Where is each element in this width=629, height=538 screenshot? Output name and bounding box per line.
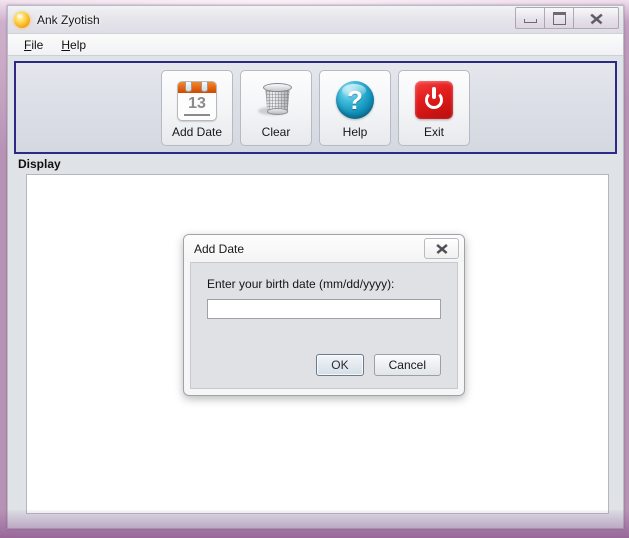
birth-date-prompt: Enter your birth date (mm/dd/yyyy): bbox=[207, 277, 395, 291]
desktop-background: Ank Zyotish File Help 13 Add Date Clear … bbox=[0, 0, 629, 538]
close-icon bbox=[436, 244, 448, 254]
menu-file[interactable]: File bbox=[18, 36, 51, 54]
close-icon bbox=[590, 13, 603, 24]
menu-help-label-rest: elp bbox=[70, 37, 87, 52]
question-mark-glyph: ? bbox=[347, 84, 363, 115]
dialog-title-bar: Add Date bbox=[184, 235, 464, 262]
birth-date-input[interactable] bbox=[207, 299, 441, 319]
toolbar-label-exit: Exit bbox=[423, 124, 444, 139]
power-icon bbox=[412, 78, 456, 122]
window-controls bbox=[515, 7, 619, 29]
dialog-body: Enter your birth date (mm/dd/yyyy): OK C… bbox=[190, 262, 458, 389]
dialog-close-button[interactable] bbox=[424, 238, 459, 259]
dialog-button-row: OK Cancel bbox=[207, 354, 441, 376]
maximize-icon bbox=[552, 11, 566, 25]
toolbar-label-clear: Clear bbox=[261, 124, 291, 139]
menu-help[interactable]: Help bbox=[55, 36, 94, 54]
window-title: Ank Zyotish bbox=[37, 12, 100, 27]
cancel-button[interactable]: Cancel bbox=[373, 354, 441, 376]
display-section-label: Display bbox=[18, 157, 61, 171]
minimize-button[interactable] bbox=[515, 7, 545, 29]
window-client-area: File Help 13 Add Date Clear ? Help Exit … bbox=[8, 33, 623, 528]
toolbar-button-exit[interactable]: Exit bbox=[398, 69, 470, 146]
toolbar-button-help[interactable]: ? Help bbox=[319, 69, 391, 146]
toolbar-button-add-date[interactable]: 13 Add Date bbox=[161, 69, 233, 146]
application-window: Ank Zyotish File Help 13 Add Date Clear … bbox=[7, 5, 624, 529]
close-button[interactable] bbox=[574, 7, 619, 29]
ok-button[interactable]: OK bbox=[316, 354, 364, 376]
question-mark-icon: ? bbox=[333, 78, 377, 122]
minimize-icon bbox=[523, 18, 537, 23]
toolbar-panel: 13 Add Date Clear ? Help Exit bbox=[14, 61, 617, 154]
toolbar-label-add-date: Add Date bbox=[171, 124, 223, 139]
toolbar-button-clear[interactable]: Clear bbox=[240, 69, 312, 146]
calendar-icon: 13 bbox=[175, 78, 219, 122]
dialog-title: Add Date bbox=[194, 241, 245, 256]
maximize-button[interactable] bbox=[545, 7, 574, 29]
trash-can-icon bbox=[254, 78, 298, 122]
menu-file-label-rest: ile bbox=[31, 37, 44, 52]
title-bar: Ank Zyotish bbox=[8, 6, 623, 33]
menu-bar: File Help bbox=[8, 34, 623, 56]
calendar-icon-day: 13 bbox=[188, 94, 206, 112]
add-date-dialog: Add Date Enter your birth date (mm/dd/yy… bbox=[183, 234, 465, 396]
toolbar-label-help: Help bbox=[342, 124, 368, 139]
sun-icon bbox=[14, 11, 30, 28]
